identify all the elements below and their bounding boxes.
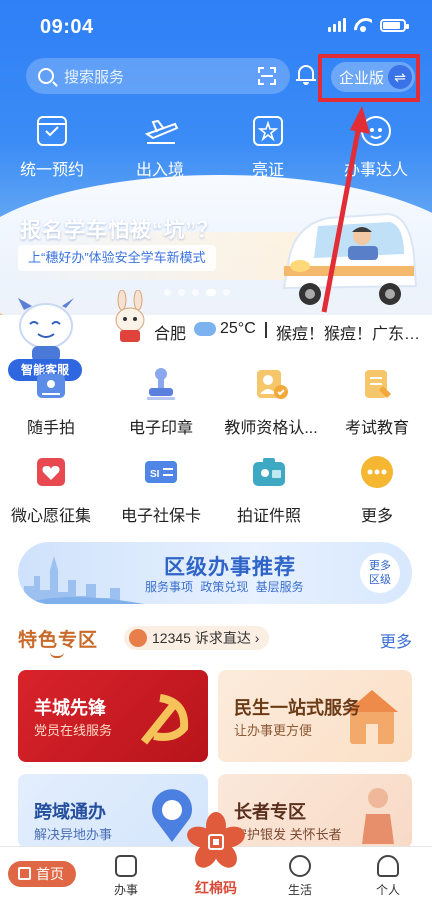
highlight-box <box>318 54 420 102</box>
service-snapshot[interactable]: 随手拍 <box>0 364 106 438</box>
banner-dot[interactable] <box>178 289 185 296</box>
service-e-seal[interactable]: 电子印章 <box>106 364 216 438</box>
featured-more-link[interactable]: 更多 <box>380 628 412 652</box>
district-subtitle: 服务事项 政策兑现 基层服务 <box>145 580 304 594</box>
card-cross-region[interactable]: 跨域通办 解决异地办事 <box>18 774 208 848</box>
phone-icon <box>129 629 147 647</box>
airplane-icon <box>144 116 179 146</box>
quick-appointment[interactable]: 统一预约 <box>2 116 102 180</box>
certificate-icon <box>253 116 283 146</box>
search-icon <box>38 68 54 84</box>
service-social-card[interactable]: SI 电子社保卡 <box>106 452 216 526</box>
tab-tasks[interactable]: 办事 <box>96 855 156 898</box>
tab-profile[interactable]: 个人 <box>358 855 418 898</box>
status-bar: 09:04 <box>40 14 409 44</box>
exam-icon <box>357 364 397 404</box>
stamp-icon <box>141 364 181 404</box>
card-livelihood[interactable]: 民生一站式服务 让办事更方便 <box>218 670 412 762</box>
status-time: 09:04 <box>40 16 94 38</box>
banner-subtitle[interactable]: 上“穗好办”体验安全学车新模式 <box>18 245 216 271</box>
district-title: 区级办事推荐 <box>164 556 296 579</box>
district-recommend-banner[interactable]: 区级办事推荐 服务事项 政策兑现 基层服务 更多 区级 <box>18 542 412 604</box>
party-emblem-icon <box>140 694 189 745</box>
banner-title[interactable]: 报名学车怕被“坑”？ <box>20 214 219 244</box>
compass-icon <box>289 855 311 877</box>
kapok-flower-icon[interactable] <box>186 812 246 872</box>
svg-text:SI: SI <box>150 469 160 480</box>
banner-dot-active[interactable] <box>206 289 216 296</box>
home-icon <box>18 867 31 880</box>
more-icon <box>357 452 397 492</box>
banner-dot[interactable] <box>192 289 199 296</box>
signal-icon <box>328 18 346 32</box>
status-icons <box>328 18 409 32</box>
red-arrow-annotation <box>321 106 370 313</box>
calendar-icon <box>37 116 67 146</box>
search-input[interactable]: 搜索服务 <box>26 58 290 94</box>
card-elderly[interactable]: 长者专区 守护银发 关怀长者 <box>218 774 412 848</box>
heart-icon <box>31 452 71 492</box>
tab-life[interactable]: 生活 <box>270 855 330 898</box>
service-id-photo[interactable]: 拍证件照 <box>214 452 324 526</box>
banner-dot[interactable] <box>223 289 230 296</box>
banner-pagination <box>164 289 230 296</box>
tab-red-code[interactable]: 红棉码 <box>186 878 246 898</box>
photo-id-icon <box>249 452 289 492</box>
card-party[interactable]: 羊城先锋 党员在线服务 <box>18 670 208 762</box>
weather-divider <box>265 322 267 338</box>
quick-border-exit[interactable]: 出入境 <box>110 116 210 180</box>
search-placeholder: 搜索服务 <box>64 68 125 86</box>
featured-title: 特色专区 <box>18 630 99 651</box>
city-skyline-icon <box>24 556 144 604</box>
weather-strip[interactable]: 合肥 25°C 猴痘！猴痘！广东… <box>0 312 432 346</box>
district-more-button[interactable]: 更多 区级 <box>360 553 400 593</box>
wifi-icon <box>354 18 372 32</box>
featured-underline <box>50 652 64 658</box>
teacher-icon <box>251 364 291 404</box>
news-ticker[interactable]: 猴痘！猴痘！广东… <box>276 320 432 344</box>
service-teacher-cert[interactable]: 教师资格认... <box>216 364 326 438</box>
battery-icon <box>380 18 409 32</box>
camera-icon <box>31 364 71 404</box>
service-more[interactable]: 更多 <box>322 452 432 526</box>
tab-home[interactable]: 首页 <box>8 861 76 887</box>
bell-icon[interactable] <box>296 64 316 86</box>
elderly-figure-icon <box>362 788 394 844</box>
cloud-icon <box>194 322 216 336</box>
hotline-chip[interactable]: 12345 诉求直达 › <box>124 626 270 650</box>
weather-city: 合肥 <box>154 326 187 343</box>
weather-temp: 25°C <box>220 320 256 337</box>
service-micro-wish[interactable]: 微心愿征集 <box>0 452 106 526</box>
banner-dot[interactable] <box>164 289 171 296</box>
checklist-icon <box>115 855 137 877</box>
person-icon <box>377 855 399 877</box>
service-exam-edu[interactable]: 考试教育 <box>322 364 432 438</box>
scan-icon[interactable] <box>258 67 276 85</box>
card-icon: SI <box>141 452 181 492</box>
